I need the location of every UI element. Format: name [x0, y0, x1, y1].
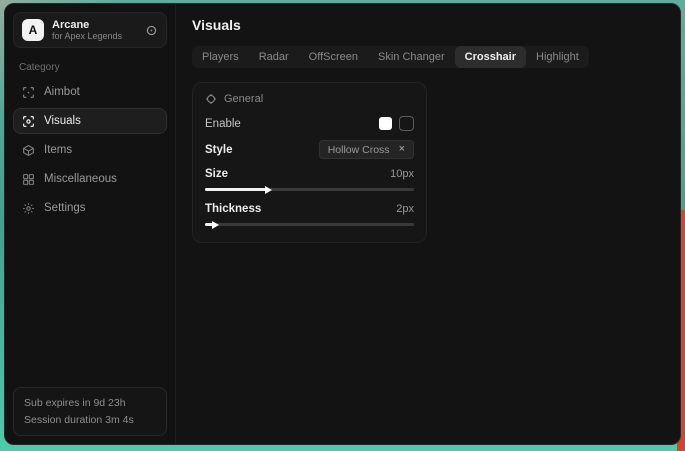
sidebar-item-label: Settings [44, 202, 86, 214]
sidebar-item-items[interactable]: Items [13, 137, 167, 163]
tab-highlight[interactable]: Highlight [526, 46, 589, 68]
visuals-eye-icon [22, 115, 35, 128]
size-slider-thumb[interactable] [265, 186, 272, 194]
crosshair-scope-icon [205, 93, 217, 105]
tab-skin-changer[interactable]: Skin Changer [368, 46, 455, 68]
items-box-icon [22, 144, 35, 157]
sidebar-item-aimbot[interactable]: Aimbot [13, 79, 167, 105]
size-slider[interactable] [205, 188, 414, 191]
size-group: Size 10px [205, 168, 414, 191]
visuals-tabbar: Players Radar OffScreen Skin Changer Cro… [192, 46, 589, 68]
misc-grid-icon [22, 173, 35, 186]
size-row: Size 10px [205, 168, 414, 180]
enable-color-swatch[interactable] [379, 117, 392, 130]
panel-header: General [205, 93, 414, 105]
thickness-group: Thickness 2px [205, 203, 414, 226]
thickness-slider-thumb[interactable] [212, 221, 219, 229]
thickness-value: 2px [396, 203, 414, 215]
sidebar-item-settings[interactable]: Settings [13, 195, 167, 221]
tab-radar[interactable]: Radar [249, 46, 299, 68]
size-slider-fill [205, 188, 266, 191]
sidebar-item-label: Aimbot [44, 86, 80, 98]
panel-title: General [224, 93, 263, 105]
thickness-slider-fill [205, 223, 213, 226]
style-label: Style [205, 144, 233, 156]
sidebar-item-label: Visuals [44, 115, 81, 127]
aimbot-crosshair-icon [22, 86, 35, 99]
main-content: Visuals Players Radar OffScreen Skin Cha… [176, 4, 680, 444]
brand-card: A Arcane for Apex Legends [13, 12, 167, 48]
app-logo: A [22, 19, 44, 41]
settings-gear-icon [22, 202, 35, 215]
app-subtitle: for Apex Legends [52, 31, 137, 41]
sidebar-item-label: Miscellaneous [44, 173, 117, 185]
app-name: Arcane [52, 19, 137, 32]
tab-players[interactable]: Players [192, 46, 249, 68]
tab-offscreen[interactable]: OffScreen [299, 46, 368, 68]
app-window: A Arcane for Apex Legends Category [4, 3, 681, 445]
clear-icon[interactable]: × [399, 144, 405, 155]
general-panel: General Enable Style Hollow Cross × Size [192, 82, 427, 243]
size-label: Size [205, 168, 228, 180]
sidebar-item-visuals[interactable]: Visuals [13, 108, 167, 134]
style-value: Hollow Cross [328, 144, 390, 156]
enable-row: Enable [205, 116, 414, 131]
brand-text: Arcane for Apex Legends [52, 19, 137, 42]
thickness-row: Thickness 2px [205, 203, 414, 215]
style-select[interactable]: Hollow Cross × [319, 140, 414, 159]
page-title: Visuals [192, 17, 664, 33]
sidebar-item-label: Items [44, 144, 72, 156]
sub-expires-text: Sub expires in 9d 23h [24, 395, 156, 411]
thickness-slider[interactable] [205, 223, 414, 226]
sidebar-nav: Aimbot Visuals Items [13, 79, 167, 221]
style-row: Style Hollow Cross × [205, 140, 414, 159]
sidebar: A Arcane for Apex Legends Category [5, 4, 176, 444]
enable-label: Enable [205, 118, 241, 130]
category-label: Category [19, 62, 167, 73]
sidebar-item-miscellaneous[interactable]: Miscellaneous [13, 166, 167, 192]
session-duration-text: Session duration 3m 4s [24, 412, 156, 428]
thickness-label: Thickness [205, 203, 261, 215]
size-value: 10px [390, 168, 414, 180]
target-icon[interactable] [145, 24, 158, 37]
tab-crosshair[interactable]: Crosshair [455, 46, 526, 68]
subscription-card: Sub expires in 9d 23h Session duration 3… [13, 387, 167, 436]
enable-checkbox[interactable] [399, 116, 414, 131]
